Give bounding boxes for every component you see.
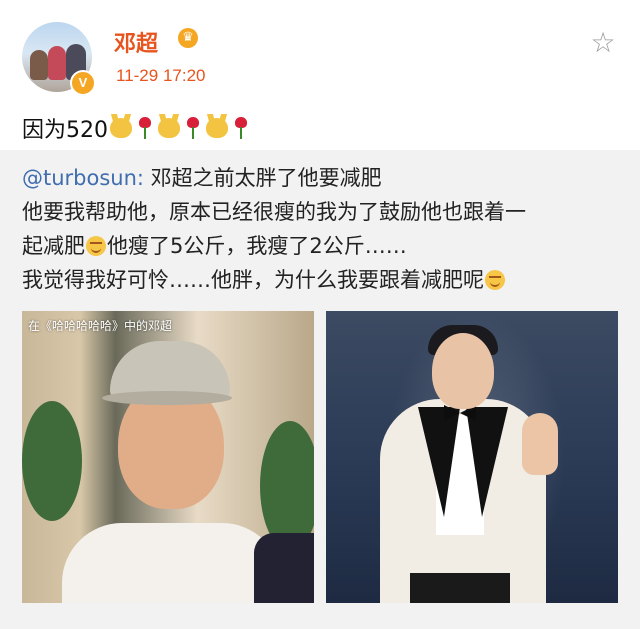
repost-text-3b: 他瘦了5公斤，我瘦了2公斤…… bbox=[107, 234, 407, 258]
shirt-shape bbox=[62, 523, 282, 603]
lapel-shape bbox=[466, 407, 508, 517]
avatar-figure bbox=[30, 50, 48, 80]
rose-emoji-icon bbox=[186, 117, 200, 139]
photo-left[interactable]: 在《哈哈哈哈哈》中的邓超 bbox=[22, 311, 314, 603]
face-shape bbox=[432, 333, 494, 409]
repost-text-3a: 起减肥 bbox=[22, 234, 85, 258]
doge-emoji-icon bbox=[206, 118, 228, 138]
repost-line-4: 我觉得我好可怜……他胖，为什么我要跟着减肥呢 bbox=[22, 264, 506, 294]
plant-shape bbox=[260, 421, 314, 551]
repost-line-1: @turbosun: 邓超之前太胖了他要减肥 bbox=[22, 162, 382, 192]
mention-link[interactable]: @turbosun: bbox=[22, 166, 144, 190]
photo-caption: 在《哈哈哈哈哈》中的邓超 bbox=[28, 319, 173, 333]
repost-text-4: 我觉得我好可怜……他胖，为什么我要跟着减肥呢 bbox=[22, 268, 484, 292]
post-header: V 邓超 ♛ 11-29 17:20 ☆ bbox=[0, 0, 640, 100]
doge-emoji-icon bbox=[110, 118, 132, 138]
doge-emoji-icon bbox=[158, 118, 180, 138]
repost-card[interactable]: @turbosun: 邓超之前太胖了他要减肥 他要我帮助他，原本已经很瘦的我为了… bbox=[0, 150, 640, 629]
repost-text-1: 邓超之前太胖了他要减肥 bbox=[144, 166, 382, 190]
photo-right[interactable] bbox=[326, 311, 618, 603]
grimace-emoji-icon bbox=[86, 236, 106, 256]
avatar-figure bbox=[48, 46, 66, 80]
verified-badge-icon: V bbox=[70, 70, 96, 96]
star-outline-icon[interactable]: ☆ bbox=[586, 26, 620, 60]
post-text-content: 因为520 bbox=[22, 118, 108, 143]
plant-shape bbox=[22, 401, 82, 521]
lapel-shape bbox=[418, 407, 460, 517]
rose-emoji-icon bbox=[138, 117, 152, 139]
post-timestamp: 11-29 17:20 bbox=[116, 66, 206, 85]
repost-line-2: 他要我帮助他，原本已经很瘦的我为了鼓励他也跟着一 bbox=[22, 200, 526, 224]
grimace-emoji-icon bbox=[485, 270, 505, 290]
rose-emoji-icon bbox=[234, 117, 248, 139]
repost-line-3: 起减肥 他瘦了5公斤，我瘦了2公斤…… bbox=[22, 230, 407, 260]
backpack-shape bbox=[254, 533, 314, 603]
crown-icon: ♛ bbox=[178, 28, 198, 48]
username[interactable]: 邓超 bbox=[114, 26, 158, 58]
cap-brim-shape bbox=[102, 391, 232, 405]
hand-shape bbox=[522, 413, 558, 475]
trouser-shape bbox=[410, 573, 510, 603]
post-text: 因为520 bbox=[22, 112, 252, 144]
